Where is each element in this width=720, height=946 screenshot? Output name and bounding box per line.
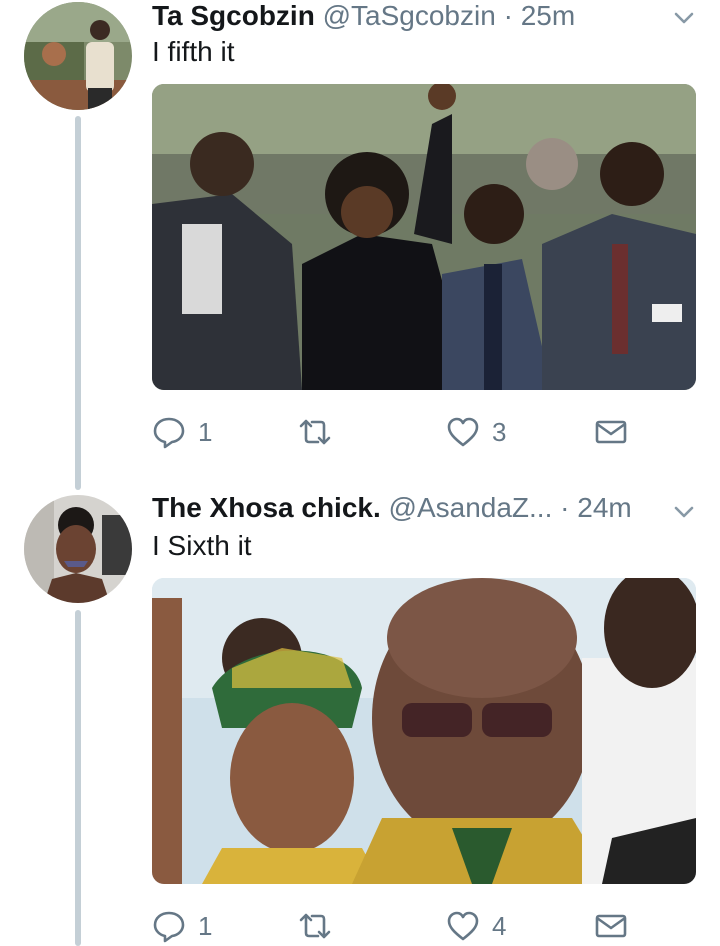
like-button[interactable]: 3 (446, 412, 506, 452)
tweet-text: I fifth it (152, 36, 235, 67)
envelope-icon (595, 420, 627, 444)
like-count: 3 (492, 416, 507, 447)
tweet-actions: 1 4 (152, 906, 632, 946)
avatar[interactable] (24, 495, 132, 603)
retweet-icon (299, 419, 331, 445)
display-name[interactable]: Ta Sgcobzin (152, 0, 315, 31)
retweet-button[interactable] (298, 412, 344, 452)
like-count: 4 (492, 910, 507, 941)
retweet-button[interactable] (298, 906, 344, 946)
avatar[interactable] (24, 2, 132, 110)
photo-crowd-raised-fist (152, 84, 696, 390)
avatar-photo (24, 2, 132, 110)
tweet[interactable]: The Xhosa chick. @AsandaZ... · 24m I Six… (0, 490, 720, 946)
tweet-photo[interactable] (152, 578, 696, 884)
reply-count: 1 (198, 416, 213, 447)
like-button[interactable]: 4 (446, 906, 506, 946)
reply-button[interactable]: 1 (152, 906, 212, 946)
thread-line (75, 610, 81, 946)
tweet-header: Ta Sgcobzin @TaSgcobzin · 25m (152, 0, 660, 32)
separator-dot: · (503, 0, 513, 31)
heart-icon (447, 911, 479, 941)
photo-crowd-portrait (152, 578, 696, 884)
tweet-header: The Xhosa chick. @AsandaZ... · 24m (152, 492, 660, 524)
retweet-icon (299, 913, 331, 939)
tweet-text: I Sixth it (152, 530, 252, 561)
chevron-down-icon[interactable] (672, 500, 696, 524)
direct-message-button[interactable] (594, 412, 628, 452)
reply-icon (153, 911, 185, 943)
envelope-icon (595, 914, 627, 938)
tweet-actions: 1 3 (152, 412, 632, 452)
user-handle[interactable]: @TaSgcobzin (323, 0, 496, 31)
reply-button[interactable]: 1 (152, 412, 212, 452)
chevron-down-icon[interactable] (672, 6, 696, 30)
timestamp[interactable]: 25m (521, 0, 575, 31)
direct-message-button[interactable] (594, 906, 628, 946)
heart-icon (447, 417, 479, 447)
tweet[interactable]: Ta Sgcobzin @TaSgcobzin · 25m I fifth it (0, 0, 720, 490)
reply-count: 1 (198, 910, 213, 941)
reply-icon (153, 417, 185, 449)
tweet-photo[interactable] (152, 84, 696, 390)
thread-line (75, 116, 81, 490)
avatar-photo (24, 495, 132, 603)
user-handle[interactable]: @AsandaZ... (389, 492, 553, 523)
separator-dot: · (560, 492, 570, 523)
display-name[interactable]: The Xhosa chick. (152, 492, 381, 523)
timestamp[interactable]: 24m (577, 492, 631, 523)
